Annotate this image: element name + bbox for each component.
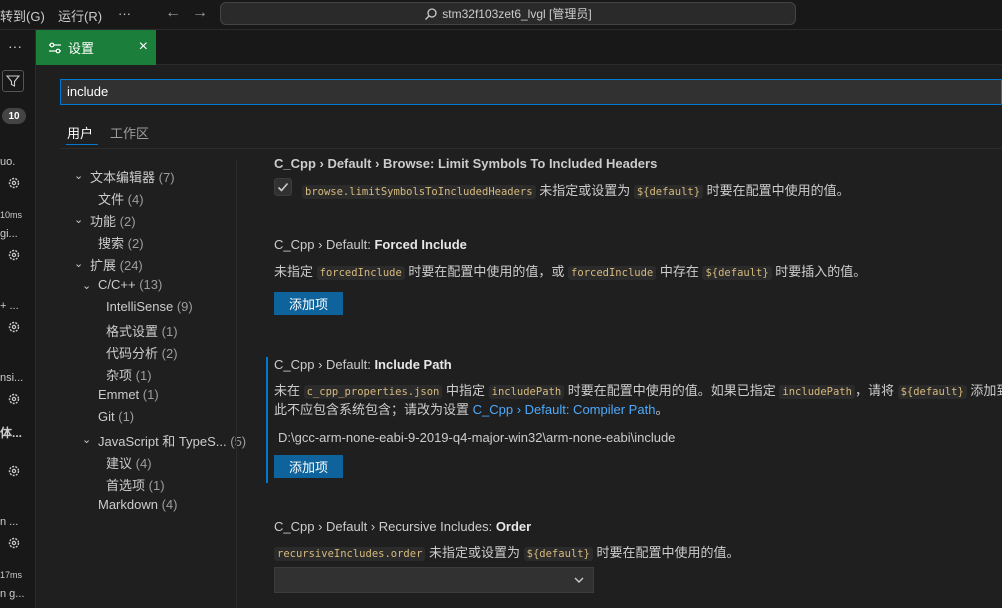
toc-item[interactable]: Git (1): [98, 409, 134, 424]
setting-title: C_Cpp › Default: Forced Include: [274, 237, 467, 252]
toc-item[interactable]: 格式设置 (1): [106, 321, 178, 340]
strip-text: uo.: [0, 156, 16, 168]
check-icon: [277, 182, 289, 192]
strip-text: 17ms: [0, 570, 23, 580]
toc-item[interactable]: 搜索 (2): [98, 233, 144, 252]
strip-text: n ...: [0, 516, 19, 528]
setting-description: recursiveIncludes.order 未指定或设置为 ${defaul…: [274, 542, 739, 561]
focus-indicator: [266, 357, 268, 483]
recursive-order-select[interactable]: [274, 567, 594, 593]
gear-icon[interactable]: [7, 392, 21, 406]
strip-text: n g...: [0, 588, 25, 600]
toc-item[interactable]: 功能 (2): [90, 211, 136, 230]
strip-text: nsi...: [0, 372, 24, 384]
toc-item[interactable]: 文件 (4): [98, 189, 144, 208]
settings-search-input[interactable]: include: [60, 79, 1002, 105]
title-bar: 转到(G) 运行(R) ··· ← → stm32f103zet6_lvgl […: [0, 0, 1002, 30]
toc-item[interactable]: C/C++ (13): [98, 277, 162, 292]
chevron-down-icon[interactable]: ⌄: [82, 433, 91, 446]
gear-icon[interactable]: [7, 320, 21, 334]
chevron-down-icon[interactable]: ⌄: [74, 257, 83, 270]
close-icon[interactable]: ×: [139, 38, 148, 56]
back-arrow-icon[interactable]: ←: [165, 4, 181, 22]
tab-settings[interactable]: 设置 ×: [36, 30, 156, 65]
chevron-down-icon: [574, 577, 584, 583]
menu-run[interactable]: 运行(R): [58, 6, 102, 25]
toc-item[interactable]: Emmet (1): [98, 387, 159, 402]
setting-title: C_Cpp › Default › Recursive Includes: Or…: [274, 519, 532, 534]
setting-description: browse.limitSymbolsToIncludedHeaders 未指定…: [302, 180, 850, 199]
add-item-button[interactable]: 添加项: [274, 455, 343, 478]
toc-item[interactable]: 扩展 (24): [90, 255, 143, 274]
forward-arrow-icon[interactable]: →: [192, 4, 208, 22]
settings-sliders-icon: [49, 42, 61, 53]
toc-item[interactable]: JavaScript 和 TypeS... (5): [98, 431, 246, 450]
tab-label: 设置: [68, 41, 95, 56]
more-icon[interactable]: ···: [8, 38, 22, 54]
setting-description: 未指定 forcedInclude 时要在配置中使用的值，或 forcedInc…: [274, 264, 867, 280]
add-item-button[interactable]: 添加项: [274, 292, 343, 315]
toc-item[interactable]: 文本编辑器 (7): [90, 167, 175, 186]
gear-icon[interactable]: [7, 176, 21, 190]
toc-divider: [236, 160, 237, 608]
editor-tab-bar: 设置 ×: [36, 30, 1002, 65]
include-path-item[interactable]: D:\gcc-arm-none-eabi-9-2019-q4-major-win…: [278, 430, 675, 445]
toc-item[interactable]: Markdown (4): [98, 497, 177, 512]
menu-goto[interactable]: 转到(G): [0, 6, 45, 25]
gear-icon[interactable]: [7, 536, 21, 550]
strip-text: 体...: [0, 426, 23, 440]
count-badge: 10: [2, 108, 26, 124]
strip-text: 10ms: [0, 210, 23, 220]
tab-user[interactable]: 用户: [67, 123, 93, 142]
chevron-down-icon[interactable]: ⌄: [74, 213, 83, 226]
strip-text: gi...: [0, 228, 18, 240]
strip-text: + ...: [0, 300, 19, 312]
side-strip: ··· 10 uo. 10ms gi... + ... nsi... 体... …: [0, 30, 36, 608]
gear-icon[interactable]: [7, 248, 21, 262]
compiler-path-link[interactable]: C_Cpp › Default: Compiler Path: [473, 402, 656, 417]
chevron-down-icon[interactable]: ⌄: [74, 169, 83, 182]
tab-workspace[interactable]: 工作区: [110, 123, 149, 142]
menu-more[interactable]: ···: [118, 6, 131, 21]
toc-item[interactable]: 杂项 (1): [106, 365, 152, 384]
command-center[interactable]: stm32f103zet6_lvgl [管理员]: [220, 2, 796, 25]
gear-icon[interactable]: [7, 464, 21, 478]
chevron-down-icon[interactable]: ⌄: [82, 279, 91, 292]
sticky-setting-header: C_Cpp › Default › Browse: Limit Symbols …: [237, 149, 1002, 171]
setting-description: 此不应包含系统包含；请改为设置 C_Cpp › Default: Compile…: [274, 402, 669, 417]
setting-description: 未在 c_cpp_properties.json 中指定 includePath…: [274, 383, 1002, 399]
window-title: stm32f103zet6_lvgl [管理员]: [442, 7, 592, 21]
toc-item[interactable]: 建议 (4): [106, 453, 152, 472]
setting-title: C_Cpp › Default: Include Path: [274, 357, 452, 372]
toc-item[interactable]: IntelliSense (9): [106, 299, 193, 314]
limit-symbols-checkbox[interactable]: [274, 178, 292, 196]
toc-item[interactable]: 代码分析 (2): [106, 343, 178, 362]
search-icon: [425, 7, 437, 20]
active-tab-indicator: [66, 144, 98, 145]
filter-icon[interactable]: [2, 70, 24, 92]
toc-item[interactable]: 首选项 (1): [106, 475, 165, 494]
